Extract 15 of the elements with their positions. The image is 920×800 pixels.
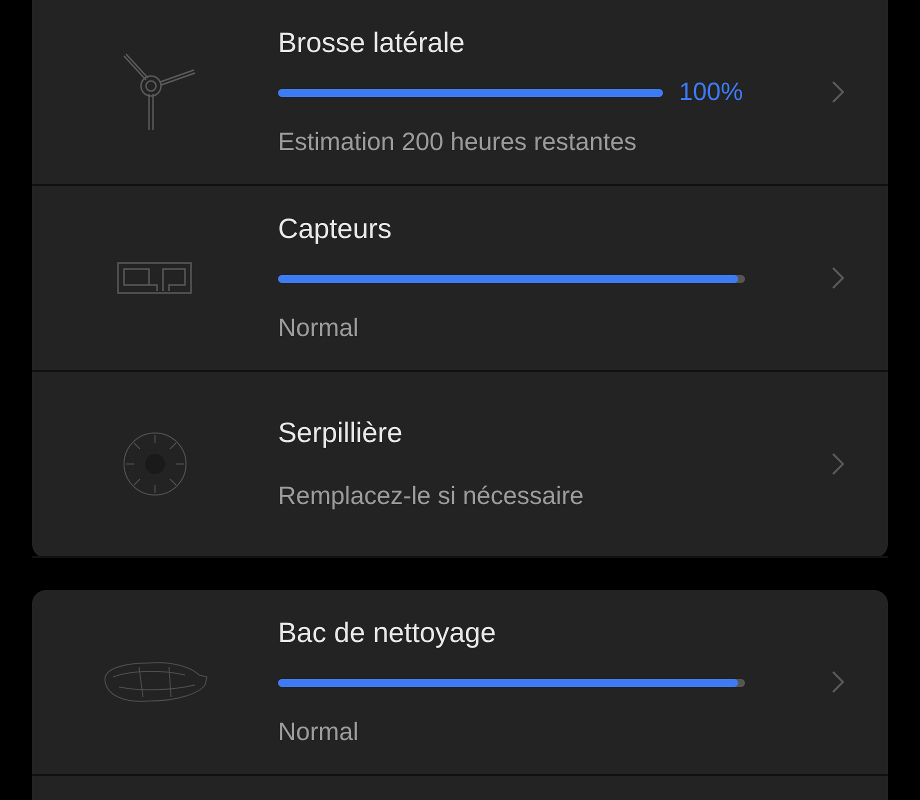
item-title: Capteurs: [278, 212, 393, 246]
chevron-right-icon[interactable]: [832, 267, 844, 289]
percentage-reading: 100%: [679, 77, 743, 108]
item-subtitle: Estimation 200 heures restantes: [278, 127, 638, 158]
chevron-right-icon[interactable]: [832, 81, 844, 103]
item-title: Bac de nettoyage: [278, 616, 497, 650]
item-title: Serpillière: [278, 416, 404, 450]
mop-pad-icon: [122, 431, 188, 497]
sensor-icon: [117, 261, 193, 295]
item-subtitle: Normal: [278, 717, 360, 748]
item-subtitle: Normal: [278, 313, 360, 344]
item-subtitle: Remplacez-le si nécessaire: [278, 481, 585, 512]
item-title: Brosse latérale: [278, 26, 466, 60]
chevron-right-icon[interactable]: [832, 453, 844, 475]
chevron-right-icon[interactable]: [832, 671, 844, 693]
